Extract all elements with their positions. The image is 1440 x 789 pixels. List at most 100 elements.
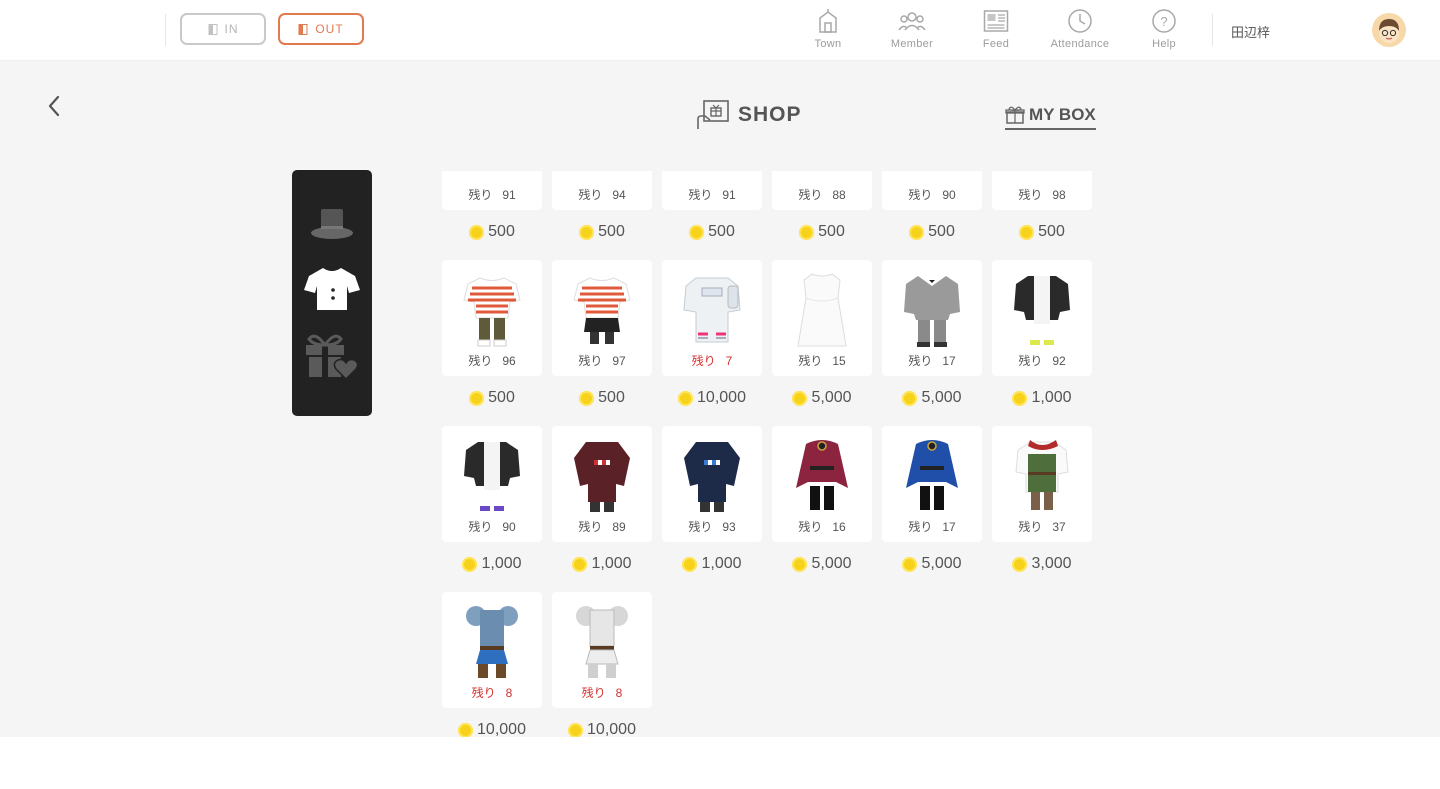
user-name[interactable]: 田辺梓 (1231, 22, 1270, 41)
stock-label: 残り (1018, 520, 1043, 534)
nav-help[interactable]: ? Help (1124, 8, 1204, 54)
item-price: 500 (552, 222, 652, 242)
stock-label: 残り (578, 520, 603, 534)
stock-remaining: 残り 15 (772, 352, 872, 369)
shop-item[interactable]: 残り 91 500 (442, 171, 542, 260)
avatar[interactable] (1372, 13, 1406, 47)
item-card[interactable]: 残り 16 (772, 426, 872, 542)
item-card[interactable]: 残り 92 (992, 260, 1092, 376)
clock-out-button[interactable]: OUT (278, 13, 364, 45)
shop-item[interactable]: 残り 90 500 (882, 171, 982, 260)
stock-remaining: 残り 92 (992, 352, 1092, 369)
item-card[interactable]: 残り 96 (442, 260, 542, 376)
category-hat[interactable] (302, 195, 362, 255)
outfit-image (462, 171, 522, 184)
item-card[interactable]: 残り 8 (442, 592, 542, 708)
clock-in-button[interactable]: IN (180, 13, 266, 45)
my-box-link[interactable]: MY BOX (1005, 105, 1096, 130)
shop-item[interactable]: 残り 96 500 (442, 260, 542, 426)
category-clothes[interactable] (302, 260, 362, 320)
coin-icon (469, 224, 485, 240)
item-card[interactable]: 残り 17 (882, 426, 982, 542)
stock-remaining: 残り 8 (442, 684, 542, 701)
item-card[interactable]: 残り 17 (882, 260, 982, 376)
stock-label: 残り (468, 188, 493, 202)
item-card[interactable]: 残り 90 (882, 171, 982, 210)
item-card[interactable]: 残り 98 (992, 171, 1092, 210)
shop-title-text: SHOP (738, 103, 802, 126)
outfit-image (572, 171, 632, 184)
item-card[interactable]: 残り 89 (552, 426, 652, 542)
item-card[interactable]: 残り 97 (552, 260, 652, 376)
stock-remaining: 残り 91 (442, 186, 542, 203)
price-value: 500 (488, 389, 515, 406)
stock-remaining: 残り 16 (772, 518, 872, 535)
nav-member[interactable]: Member (872, 8, 952, 54)
shop-item[interactable]: 残り 92 1,000 (992, 260, 1092, 426)
price-value: 10,000 (587, 721, 636, 737)
nav-town[interactable]: Town (788, 8, 868, 54)
stock-remaining: 残り 97 (552, 352, 652, 369)
shop-item[interactable]: 残り 8 10,000 (442, 592, 542, 737)
stock-remaining: 残り 7 (662, 352, 762, 369)
stock-count: 17 (942, 520, 956, 534)
stock-label: 残り (798, 520, 823, 534)
item-price: 1,000 (992, 388, 1092, 408)
shop-item[interactable]: 残り 93 1,000 (662, 426, 762, 592)
stock-remaining: 残り 37 (992, 518, 1092, 535)
stock-remaining: 残り 94 (552, 186, 652, 203)
stock-count: 89 (612, 520, 626, 534)
stock-remaining: 残り 90 (442, 518, 542, 535)
shop-item[interactable]: 残り 37 3,000 (992, 426, 1092, 592)
stock-label: 残り (1018, 188, 1043, 202)
stock-count: 90 (502, 520, 516, 534)
page-footer (0, 737, 1440, 789)
shop-item[interactable]: 残り 8 10,000 (552, 592, 652, 737)
item-card[interactable]: 残り 7 (662, 260, 762, 376)
stock-count: 16 (832, 520, 846, 534)
shop-item[interactable]: 残り 91 500 (662, 171, 762, 260)
stock-count: 15 (832, 354, 846, 368)
stock-remaining: 残り 90 (882, 186, 982, 203)
category-gift[interactable] (302, 325, 362, 385)
back-button[interactable] (44, 94, 66, 118)
outfit-image (796, 440, 848, 510)
shop-item[interactable]: 残り 16 5,000 (772, 426, 872, 592)
coin-icon (799, 224, 815, 240)
item-card[interactable]: 残り 15 (772, 260, 872, 376)
item-card[interactable]: 残り 90 (442, 426, 542, 542)
outfit-image (684, 442, 740, 512)
shop-item[interactable]: 残り 97 500 (552, 260, 652, 426)
price-value: 500 (598, 223, 625, 240)
nav-feed[interactable]: Feed (956, 8, 1036, 54)
nav-attendance[interactable]: Attendance (1040, 8, 1120, 54)
item-card[interactable]: 残り 91 (662, 171, 762, 210)
outfit-image (682, 171, 742, 184)
item-card[interactable]: 残り 37 (992, 426, 1092, 542)
nav-feed-label: Feed (982, 38, 1010, 50)
stock-count: 8 (615, 686, 623, 700)
shop-item[interactable]: 残り 89 1,000 (552, 426, 652, 592)
shop-item[interactable]: 残り 7 10,000 (662, 260, 762, 426)
shop-item[interactable]: 残り 17 5,000 (882, 260, 982, 426)
item-card[interactable]: 残り 94 (552, 171, 652, 210)
item-card[interactable]: 残り 93 (662, 426, 762, 542)
stock-label: 残り (908, 188, 933, 202)
stock-count: 94 (612, 188, 626, 202)
shop-item[interactable]: 残り 88 500 (772, 171, 872, 260)
town-icon (819, 9, 837, 33)
shop-item[interactable]: 残り 94 500 (552, 171, 652, 260)
shop-item[interactable]: 残り 90 1,000 (442, 426, 542, 592)
shop-item[interactable]: 残り 15 5,000 (772, 260, 872, 426)
stock-label: 残り (468, 354, 493, 368)
shop-item[interactable]: 残り 17 5,000 (882, 426, 982, 592)
clock-out-label: OUT (315, 22, 344, 36)
price-value: 500 (598, 389, 625, 406)
shop-item[interactable]: 残り 98 500 (992, 171, 1092, 260)
item-price: 10,000 (662, 388, 762, 408)
stock-count: 88 (832, 188, 846, 202)
item-card[interactable]: 残り 88 (772, 171, 872, 210)
stock-remaining: 残り 89 (552, 518, 652, 535)
item-card[interactable]: 残り 91 (442, 171, 542, 210)
item-card[interactable]: 残り 8 (552, 592, 652, 708)
